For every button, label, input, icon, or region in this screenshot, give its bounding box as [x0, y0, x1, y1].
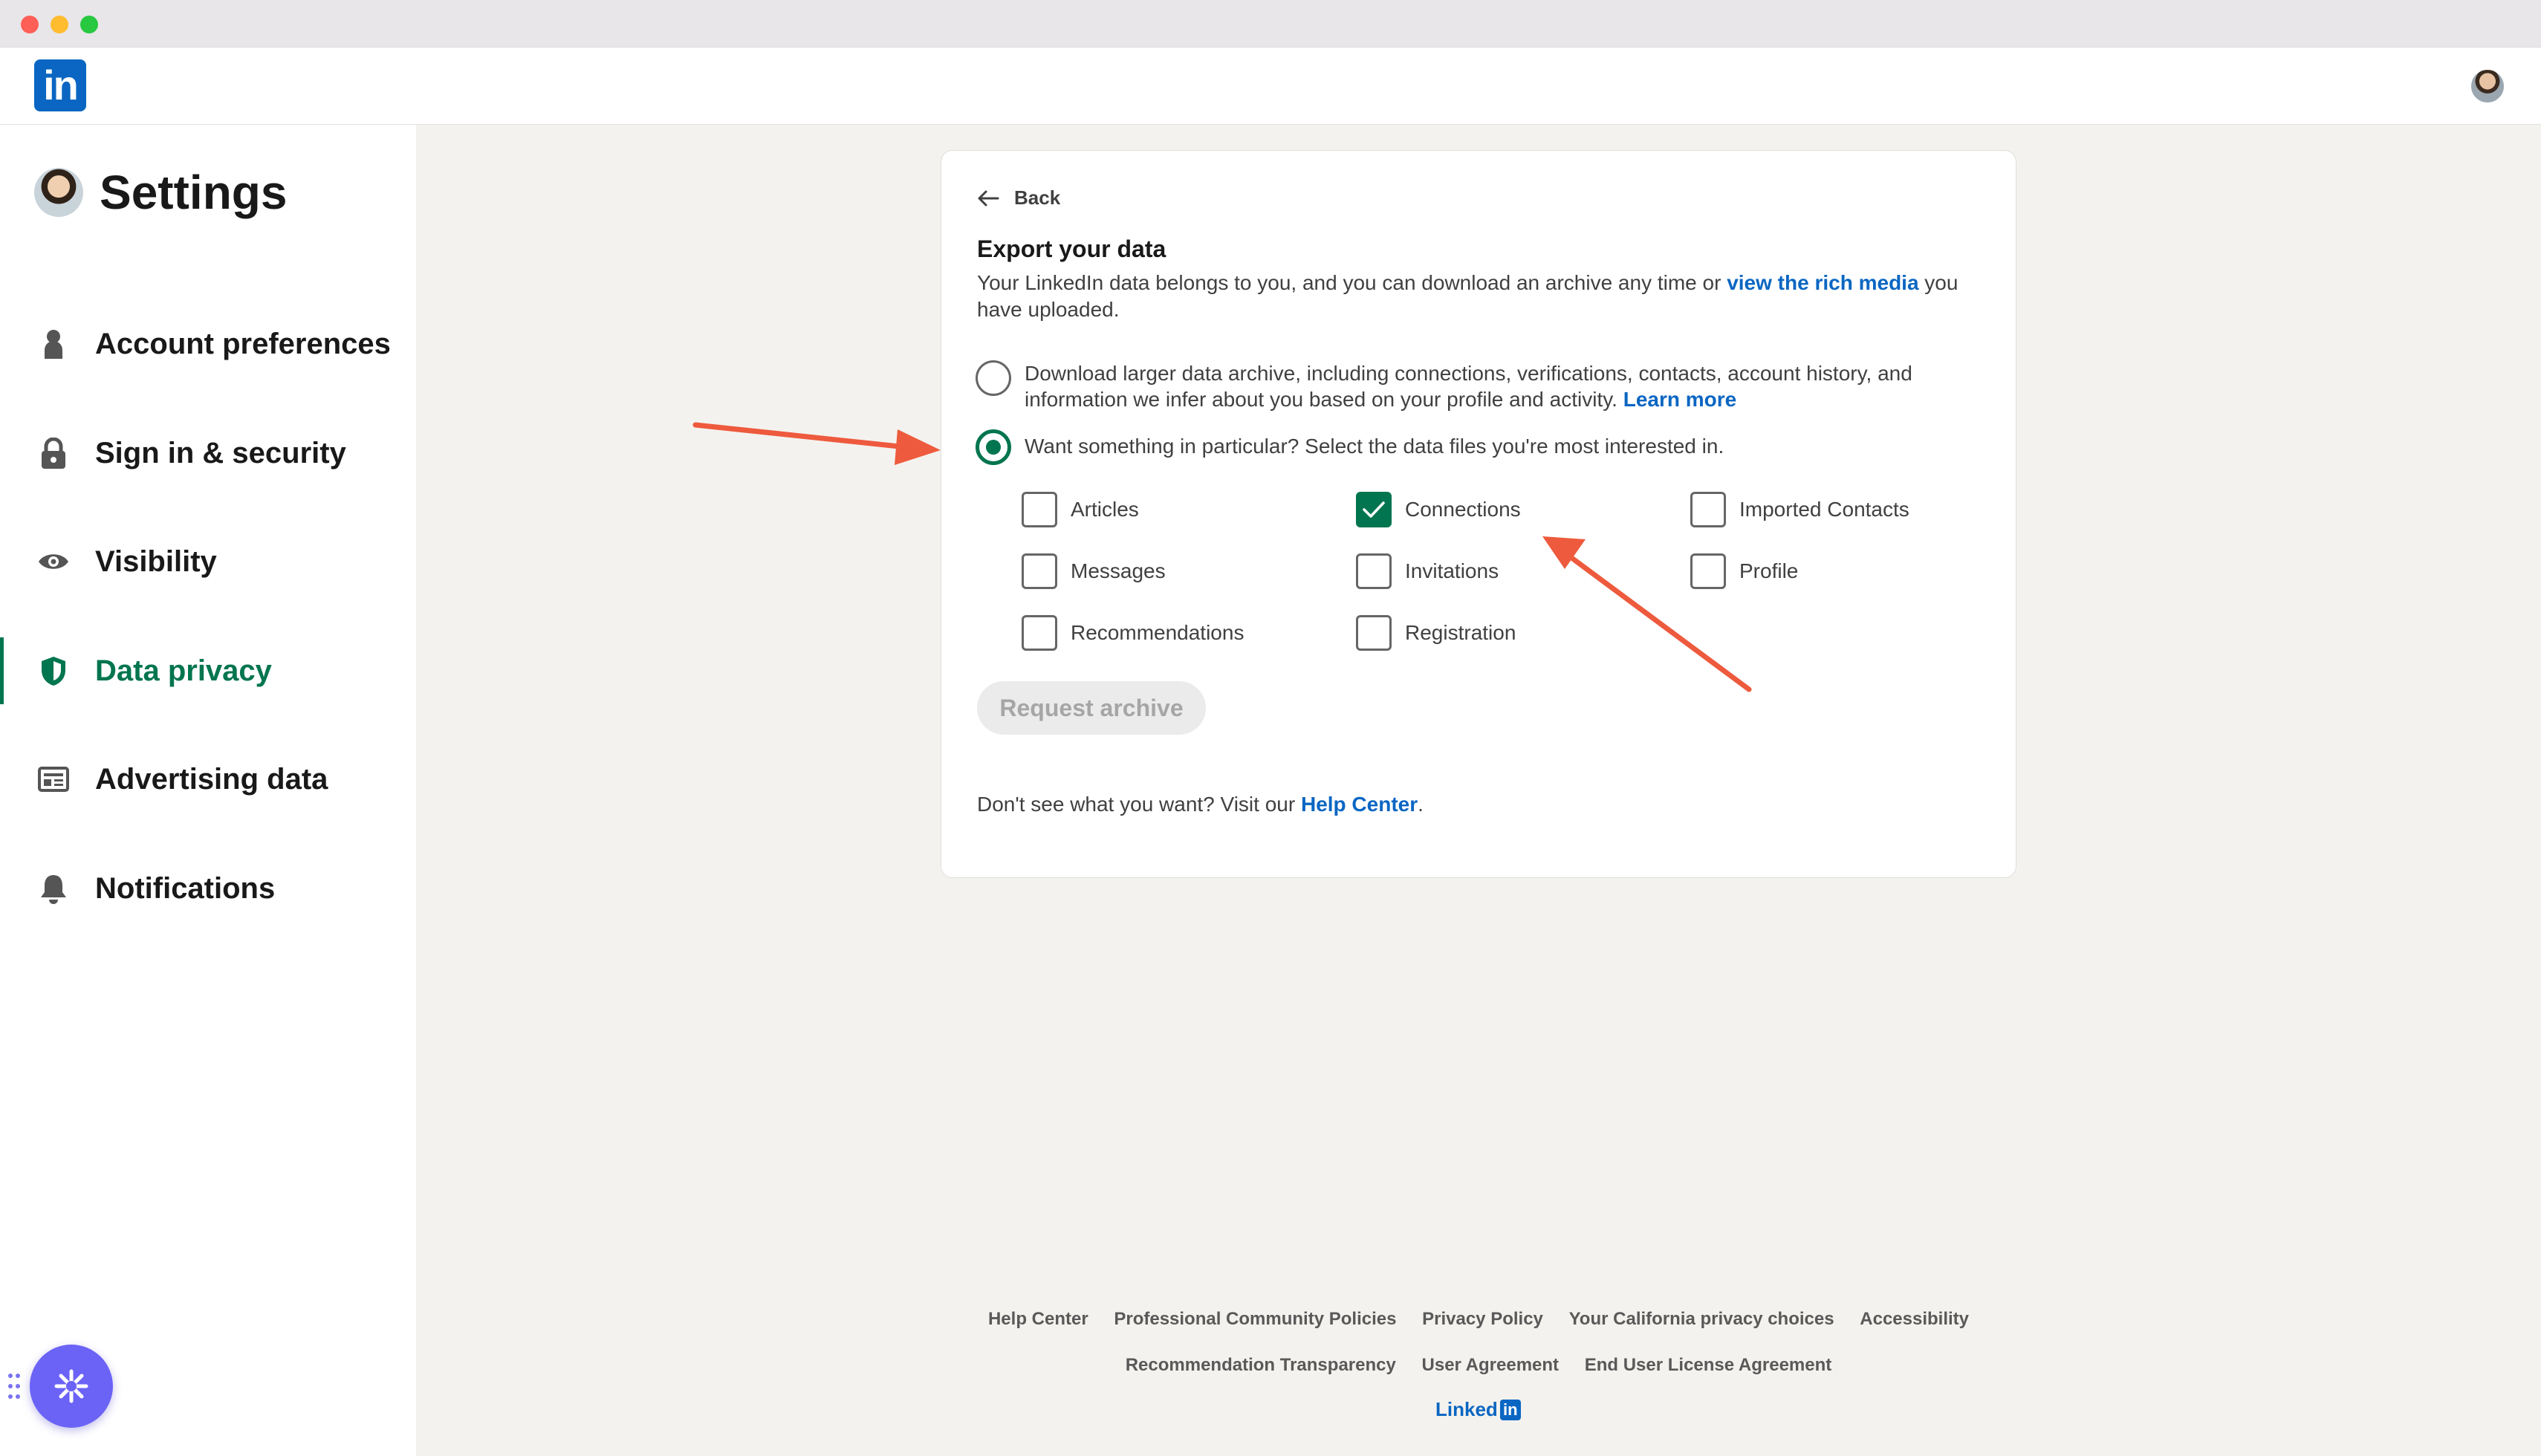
- checkbox-box[interactable]: [1356, 615, 1392, 651]
- intro-text: Your LinkedIn data belongs to you, and y…: [977, 270, 1973, 323]
- checkbox-label: Imported Contacts: [1739, 498, 1909, 521]
- checkbox-profile[interactable]: Profile: [1690, 553, 1798, 589]
- drag-handle-icon[interactable]: [7, 1371, 22, 1401]
- export-data-card: Back Export your data Your LinkedIn data…: [941, 150, 2016, 878]
- lock-icon: [37, 437, 70, 469]
- checkbox-box[interactable]: [1690, 492, 1726, 527]
- footer-brand-in: in: [1499, 1399, 1521, 1420]
- checkbox-box[interactable]: [1022, 492, 1057, 527]
- assistant-launcher-button[interactable]: [30, 1345, 113, 1428]
- sidebar-item-notifications[interactable]: Notifications: [0, 855, 416, 922]
- checkbox-label: Invitations: [1405, 559, 1499, 582]
- request-archive-button[interactable]: Request archive: [977, 681, 1206, 735]
- full-archive-text: Download larger data archive, including …: [1025, 360, 2005, 412]
- settings-avatar: [34, 168, 83, 217]
- learn-more-link[interactable]: Learn more: [1623, 388, 1737, 411]
- footer-link[interactable]: End User License Agreement: [1585, 1355, 1832, 1375]
- checkbox-recommendations[interactable]: Recommendations: [1022, 615, 1244, 651]
- partial-archive-text: Want something in particular? Select the…: [1025, 435, 1724, 458]
- profile-avatar[interactable]: [2470, 68, 2505, 104]
- minimize-window-button[interactable]: [51, 16, 68, 33]
- sidebar-item-account-preferences[interactable]: Account preferences: [0, 311, 416, 377]
- checkbox-label: Recommendations: [1071, 621, 1244, 644]
- checkbox-box[interactable]: [1356, 553, 1392, 589]
- window-titlebar: [0, 0, 2541, 48]
- sidebar-item-label: Data privacy: [95, 654, 272, 687]
- checkbox-imported-contacts[interactable]: Imported Contacts: [1690, 492, 1909, 527]
- sidebar-item-label: Advertising data: [95, 762, 328, 796]
- arrow-left-icon: [978, 190, 999, 206]
- view-rich-media-link[interactable]: view the rich media: [1727, 271, 1918, 294]
- footer-links-row-1: Help Center Professional Community Polic…: [941, 1309, 2016, 1330]
- intro-body: Your LinkedIn data belongs to you, and y…: [977, 271, 1727, 294]
- linkedin-logo-icon[interactable]: in: [34, 59, 86, 111]
- checkbox-articles[interactable]: Articles: [1022, 492, 1139, 527]
- footer-brand-text: Linked: [1435, 1398, 1498, 1420]
- sidebar-item-data-privacy[interactable]: Data privacy: [0, 637, 416, 704]
- footer-links-row-2: Recommendation Transparency User Agreeme…: [941, 1355, 2016, 1376]
- sidebar-item-label: Visibility: [95, 545, 217, 578]
- sidebar-item-label: Sign in & security: [95, 436, 346, 469]
- sidebar-item-advertising-data[interactable]: Advertising data: [0, 746, 416, 813]
- help-prefix: Don't see what you want? Visit our: [977, 793, 1301, 816]
- help-center-link[interactable]: Help Center: [1301, 793, 1418, 816]
- sidebar-item-sign-in-security[interactable]: Sign in & security: [0, 420, 416, 487]
- checkbox-label: Articles: [1071, 498, 1139, 521]
- checkmark-icon: [1363, 501, 1385, 518]
- option-full-archive[interactable]: Download larger data archive, including …: [976, 360, 2005, 412]
- ad-card-icon: [37, 763, 70, 796]
- eye-icon: [37, 545, 70, 578]
- settings-sidebar: Settings Account preferences Sign in & s…: [0, 125, 416, 1456]
- footer-link[interactable]: Your California privacy choices: [1569, 1309, 1834, 1329]
- sparkle-icon: [54, 1369, 88, 1403]
- shield-icon: [37, 654, 70, 687]
- footer-linkedin-logo[interactable]: Linked in: [1435, 1398, 1521, 1421]
- arrow-to-radio: [692, 422, 941, 465]
- full-archive-radio[interactable]: [976, 360, 1011, 396]
- full-archive-description: Download larger data archive, including …: [1025, 362, 1912, 411]
- sidebar-item-visibility[interactable]: Visibility: [0, 528, 416, 595]
- option-partial-archive[interactable]: Want something in particular? Select the…: [976, 429, 2005, 465]
- top-navigation: in: [0, 48, 2541, 125]
- checkbox-label: Registration: [1405, 621, 1516, 644]
- close-window-button[interactable]: [21, 16, 39, 33]
- checkbox-label: Connections: [1405, 498, 1521, 521]
- back-button[interactable]: Back: [977, 186, 1060, 209]
- footer-link[interactable]: Privacy Policy: [1422, 1309, 1543, 1329]
- person-icon: [37, 328, 70, 360]
- sidebar-item-label: Notifications: [95, 871, 276, 905]
- bell-icon: [37, 872, 70, 905]
- footer-link[interactable]: Accessibility: [1860, 1309, 1969, 1329]
- checkbox-box[interactable]: [1690, 553, 1726, 589]
- checkbox-box-checked[interactable]: [1356, 492, 1392, 527]
- help-suffix: .: [1418, 793, 1424, 816]
- checkbox-messages[interactable]: Messages: [1022, 553, 1166, 589]
- settings-header: Settings: [34, 165, 287, 220]
- checkbox-box[interactable]: [1022, 553, 1057, 589]
- checkbox-label: Messages: [1071, 559, 1166, 582]
- checkbox-box[interactable]: [1022, 615, 1057, 651]
- footer-link[interactable]: Professional Community Policies: [1114, 1309, 1396, 1329]
- partial-archive-radio[interactable]: [976, 429, 1011, 465]
- page-title: Settings: [100, 166, 288, 219]
- checkbox-invitations[interactable]: Invitations: [1356, 553, 1499, 589]
- checkbox-connections[interactable]: Connections: [1356, 492, 1521, 527]
- card-title: Export your data: [977, 235, 1166, 262]
- back-label: Back: [1014, 186, 1061, 209]
- checkbox-registration[interactable]: Registration: [1356, 615, 1516, 651]
- help-line: Don't see what you want? Visit our Help …: [977, 793, 1424, 816]
- zoom-window-button[interactable]: [80, 16, 98, 33]
- sidebar-item-label: Account preferences: [95, 327, 391, 360]
- footer-link[interactable]: Help Center: [988, 1309, 1088, 1329]
- footer-link[interactable]: Recommendation Transparency: [1126, 1355, 1396, 1375]
- checkbox-label: Profile: [1739, 559, 1799, 582]
- footer-link[interactable]: User Agreement: [1422, 1355, 1560, 1375]
